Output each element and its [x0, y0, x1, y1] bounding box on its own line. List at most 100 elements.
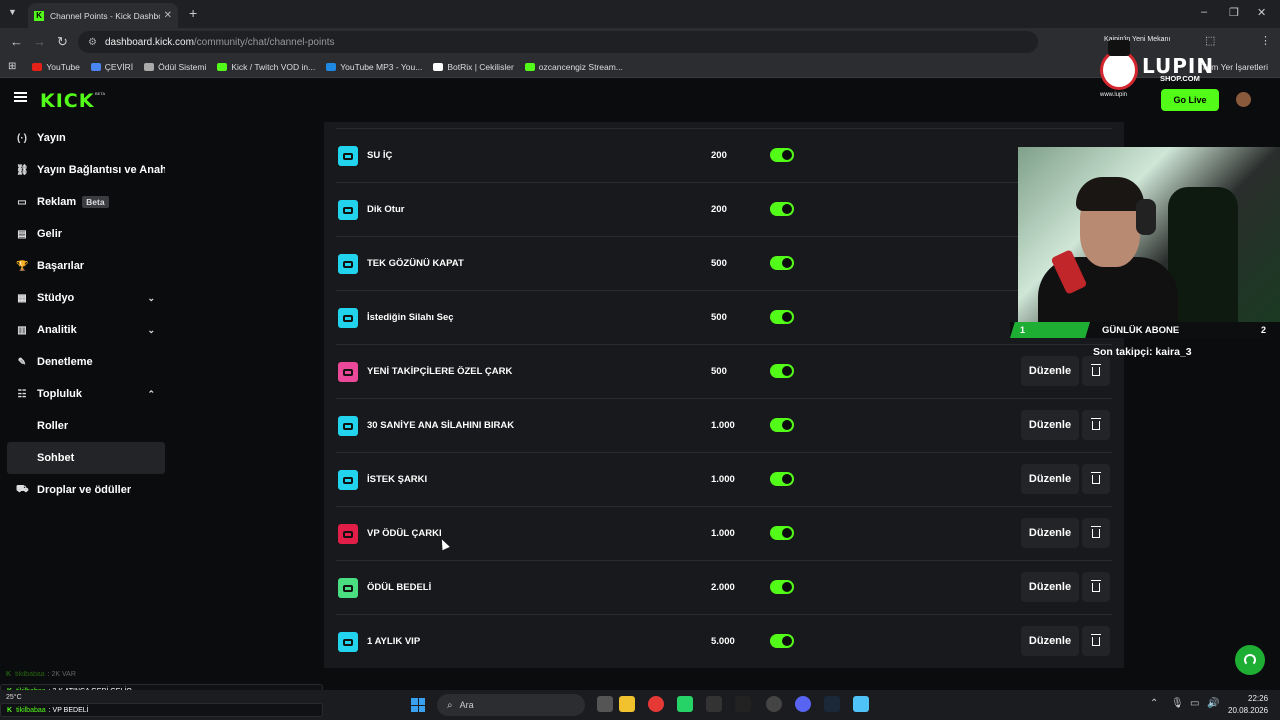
- delete-reward-button[interactable]: [1082, 626, 1110, 656]
- windows-start-icon[interactable]: [411, 698, 425, 712]
- sidebar-item-basarilar[interactable]: 🏆 Başarılar: [7, 250, 165, 282]
- support-button[interactable]: [1235, 645, 1265, 675]
- edit-reward-button[interactable]: Düzenle: [1021, 410, 1079, 440]
- notepad-icon[interactable]: [853, 696, 869, 712]
- bookmark-odul-sistemi[interactable]: Ödül Sistemi: [144, 62, 206, 72]
- kick-logo[interactable]: KICK: [40, 90, 94, 112]
- reward-name: 30 SANİYE ANA SİLAHINI BIRAK: [367, 420, 515, 431]
- minimize-icon[interactable]: –: [1201, 6, 1207, 18]
- taskbar-search[interactable]: ⌕ Ara: [437, 694, 585, 716]
- close-tab-icon[interactable]: ✕: [164, 10, 172, 21]
- sidebar-item-topluluk[interactable]: ☷ Topluluk ⌃: [7, 378, 165, 410]
- link-icon: ⛓: [16, 164, 29, 176]
- reward-enabled-toggle[interactable]: [770, 202, 794, 216]
- sub-current: 1: [1020, 325, 1026, 335]
- bookmark-youtube-mp3[interactable]: YouTube MP3 - You...: [326, 62, 422, 72]
- edit-reward-button[interactable]: Düzenle: [1021, 572, 1079, 602]
- reward-enabled-toggle[interactable]: [770, 634, 794, 648]
- delete-reward-button[interactable]: [1082, 572, 1110, 602]
- task-view-icon[interactable]: [597, 696, 613, 712]
- grid-icon: [144, 62, 155, 71]
- sidebar-item-gelir[interactable]: ▤ Gelir: [7, 218, 165, 250]
- terminal-icon[interactable]: [706, 696, 722, 712]
- forward-icon[interactable]: →: [33, 34, 46, 49]
- edit-reward-button[interactable]: Düzenle: [1021, 626, 1079, 656]
- edit-reward-button[interactable]: Düzenle: [1021, 464, 1079, 494]
- reward-enabled-toggle[interactable]: [770, 310, 794, 324]
- bookmark-botrix[interactable]: BotRix | Cekilisler: [433, 62, 514, 72]
- reward-enabled-toggle[interactable]: [770, 472, 794, 486]
- new-tab-button[interactable]: +: [189, 5, 197, 21]
- delete-reward-button[interactable]: [1082, 410, 1110, 440]
- delete-reward-button[interactable]: [1082, 464, 1110, 494]
- site-info-icon[interactable]: ⚙: [88, 37, 97, 48]
- volume-icon[interactable]: 🔊: [1207, 698, 1219, 709]
- bookmark-ceviri[interactable]: ÇEVİRİ: [90, 62, 133, 72]
- reward-enabled-toggle[interactable]: [770, 580, 794, 594]
- reward-name: TEK GÖZÜNÜ KAPAT: [367, 258, 464, 269]
- reward-name: SU İÇ: [367, 150, 393, 161]
- headphones-shape: [1136, 199, 1156, 235]
- delete-reward-button[interactable]: [1082, 356, 1110, 386]
- maximize-icon[interactable]: ❐: [1229, 6, 1239, 19]
- chat-line: Ktikilbabaa: 2K VAR: [0, 667, 323, 681]
- sidebar-item-label: Droplar ve ödüller: [37, 484, 132, 496]
- microphone-icon[interactable]: 🎙: [1171, 698, 1184, 709]
- reward-enabled-toggle[interactable]: [770, 364, 794, 378]
- menu-icon[interactable]: ⋮: [1260, 34, 1271, 47]
- reward-row: ÖDÜL BEDELİ 2.000 Düzenle: [336, 561, 1112, 615]
- sidebar-item-roller[interactable]: Roller: [7, 410, 165, 442]
- app-header: KICK BETA Go Live: [0, 78, 1280, 122]
- delete-reward-button[interactable]: [1082, 518, 1110, 548]
- hamburger-menu-icon[interactable]: [14, 92, 27, 102]
- reload-icon[interactable]: ↻: [57, 34, 68, 50]
- sidebar-item-label: Stüdyo: [37, 292, 75, 304]
- sub-goal: 2: [1260, 325, 1266, 335]
- network-icon[interactable]: ▭: [1190, 698, 1199, 709]
- reward-row: 30 SANİYE ANA SİLAHINI BIRAK 1.000 Düzenle: [336, 399, 1112, 453]
- steam-icon[interactable]: [824, 696, 840, 712]
- edit-reward-button[interactable]: Düzenle: [1021, 356, 1079, 386]
- sidebar-item-reklam[interactable]: ▭ Reklam Beta: [7, 186, 165, 218]
- sidebar: (·) Yayın ⛓ Yayın Bağlantısı ve Anahta ▭ Re…: [0, 122, 176, 682]
- reward-enabled-toggle[interactable]: [770, 526, 794, 540]
- avatar[interactable]: [1236, 92, 1251, 107]
- reward-enabled-toggle[interactable]: [770, 256, 794, 270]
- chat-message: : 2K VAR: [47, 670, 76, 678]
- daily-sub-bar: 1 GÜNLÜK ABONE 2: [1010, 322, 1270, 338]
- whatsapp-icon[interactable]: [677, 696, 693, 712]
- chrome-icon[interactable]: [648, 696, 664, 712]
- bookmark-youtube[interactable]: YouTube: [32, 62, 80, 72]
- reward-enabled-toggle[interactable]: [770, 418, 794, 432]
- url-field[interactable]: ⚙ dashboard.kick.com /community/chat/cha…: [78, 31, 1038, 53]
- clock[interactable]: 22:26 20.08.2026: [1228, 693, 1268, 717]
- sidebar-item-stream-key[interactable]: ⛓ Yayın Bağlantısı ve Anahta: [7, 154, 165, 186]
- reward-enabled-toggle[interactable]: [770, 148, 794, 162]
- discord-icon[interactable]: [795, 696, 811, 712]
- edit-reward-button[interactable]: Düzenle: [1021, 518, 1079, 548]
- tab-search-icon[interactable]: ▼: [8, 7, 17, 17]
- sidebar-item-studyo[interactable]: ▦ Stüdyo ⌄: [7, 282, 165, 314]
- sidebar-item-yayin[interactable]: (·) Yayın: [7, 122, 165, 154]
- file-explorer-icon[interactable]: [619, 696, 635, 712]
- obs-icon[interactable]: [766, 696, 782, 712]
- game-icon[interactable]: [735, 696, 751, 712]
- address-bar-row: ← → ↻ ⚙ dashboard.kick.com /community/ch…: [0, 28, 1280, 56]
- sidebar-item-analitik[interactable]: ▥ Analitik ⌄: [7, 314, 165, 346]
- sidebar-item-sohbet[interactable]: Sohbet: [7, 442, 165, 474]
- close-window-icon[interactable]: ✕: [1257, 6, 1266, 19]
- bookmark-ozcancengiz[interactable]: ozcancengiz Stream...: [524, 62, 623, 72]
- browser-tab[interactable]: K Channel Points - Kick Dashboard ✕: [28, 3, 178, 28]
- ticket-icon: [343, 476, 353, 484]
- reward-icon: [338, 470, 358, 490]
- search-label: Ara: [459, 700, 474, 710]
- sidebar-item-denetleme[interactable]: ✎ Denetleme: [7, 346, 165, 378]
- chat-message: : VP BEDELİ: [48, 706, 89, 714]
- apps-icon[interactable]: ⊞: [8, 61, 16, 72]
- back-icon[interactable]: ←: [10, 34, 23, 49]
- chevron-up-icon[interactable]: ⌃: [1150, 698, 1158, 709]
- sidebar-item-droplar[interactable]: ⛟ Droplar ve ödüller: [7, 474, 165, 506]
- lupin-shop: SHOP.COM: [1160, 74, 1200, 83]
- bookmark-kick-vod[interactable]: Kick / Twitch VOD in...: [217, 62, 315, 72]
- reward-cost: 5.000: [711, 636, 735, 647]
